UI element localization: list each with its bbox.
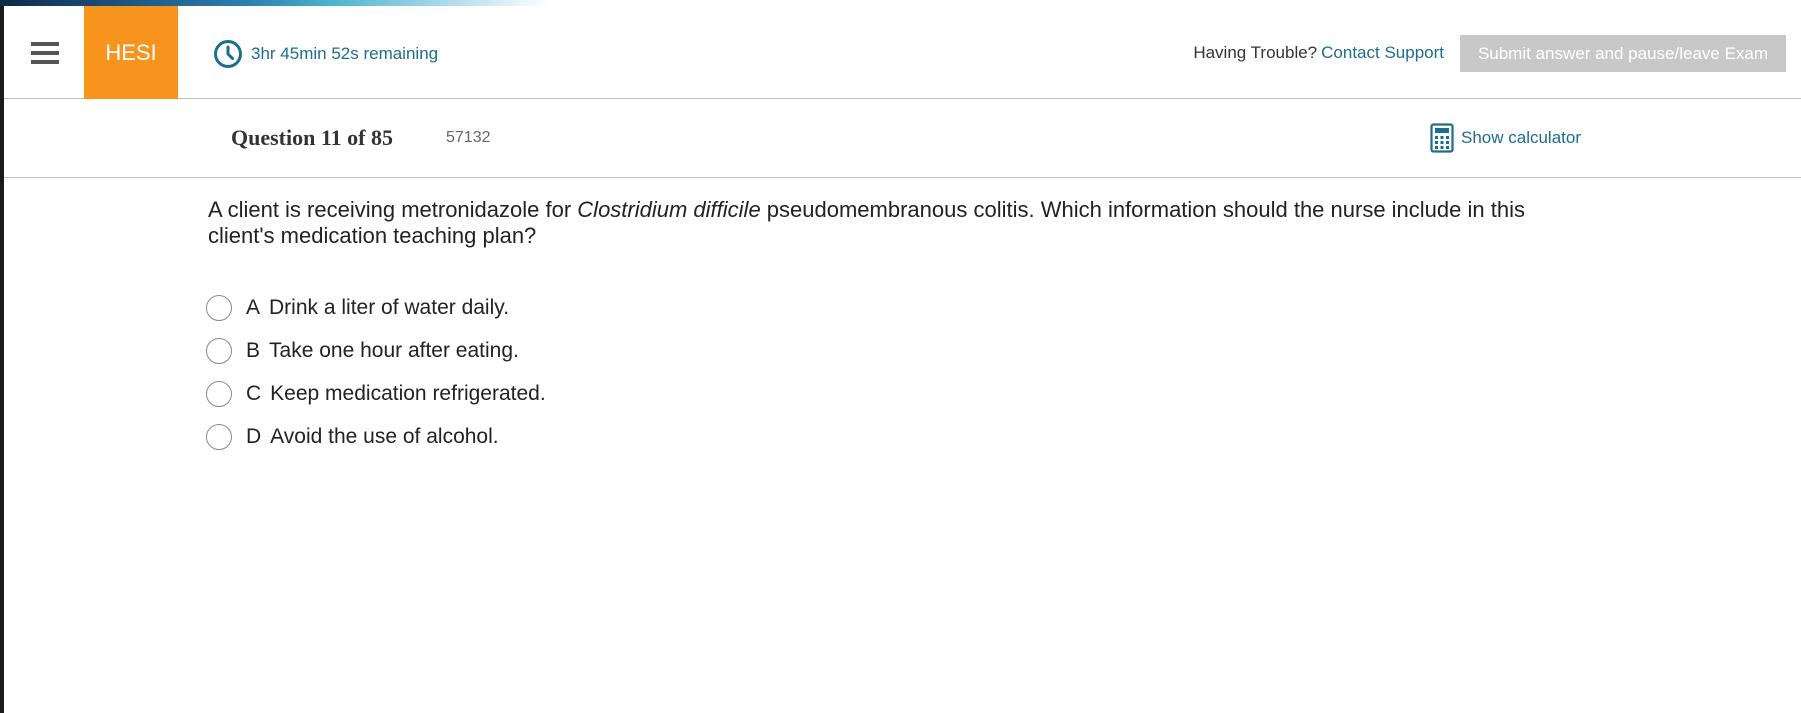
answer-option-d[interactable]: D Avoid the use of alcohol. bbox=[206, 423, 546, 451]
calculator-label: Show calculator bbox=[1461, 128, 1582, 147]
hamburger-menu-icon[interactable] bbox=[31, 42, 59, 66]
option-text: Drink a liter of water daily. bbox=[269, 296, 510, 319]
timer-text: 3hr 45min 52s remaining bbox=[251, 44, 439, 63]
question-bar: Question 11 of 85 57132 Show calculator bbox=[4, 99, 1801, 178]
question-text-italic: Clostridium difficile bbox=[577, 197, 761, 222]
radio-button-b[interactable] bbox=[206, 338, 232, 364]
answer-options: A Drink a liter of water daily. B Take o… bbox=[206, 294, 546, 466]
radio-button-a[interactable] bbox=[206, 295, 232, 321]
option-letter: D bbox=[246, 425, 262, 448]
brand-logo: HESI bbox=[84, 6, 178, 99]
radio-button-d[interactable] bbox=[206, 424, 232, 450]
header-bar: HESI 3hr 45min 52s remaining Having Trou… bbox=[4, 6, 1801, 99]
option-letter: B bbox=[246, 339, 261, 362]
option-text: Avoid the use of alcohol. bbox=[270, 425, 499, 448]
option-text: Keep medication refrigerated. bbox=[270, 382, 546, 405]
option-text: Take one hour after eating. bbox=[269, 339, 519, 362]
question-id: 57132 bbox=[446, 129, 491, 146]
clock-icon bbox=[214, 40, 242, 68]
help-area: Having Trouble? Contact Support bbox=[1193, 43, 1444, 63]
question-text-before: A client is receiving metronidazole for bbox=[208, 197, 578, 222]
answer-option-c[interactable]: C Keep medication refrigerated. bbox=[206, 380, 546, 408]
answer-option-b[interactable]: B Take one hour after eating. bbox=[206, 337, 546, 365]
submit-pause-leave-button[interactable]: Submit answer and pause/leave Exam bbox=[1460, 35, 1786, 72]
question-number: Question 11 of 85 bbox=[231, 125, 393, 150]
answer-option-a[interactable]: A Drink a liter of water daily. bbox=[206, 294, 546, 322]
trouble-label: Having Trouble? bbox=[1193, 43, 1318, 62]
question-stem: A client is receiving metronidazole for … bbox=[208, 197, 1558, 249]
option-letter: C bbox=[246, 382, 262, 405]
radio-button-c[interactable] bbox=[206, 381, 232, 407]
option-letter: A bbox=[246, 296, 261, 319]
calculator-icon bbox=[1430, 123, 1454, 153]
contact-support-link[interactable]: Contact Support bbox=[1321, 43, 1444, 62]
timer: 3hr 45min 52s remaining bbox=[213, 39, 438, 69]
show-calculator-button[interactable]: Show calculator bbox=[1430, 123, 1581, 153]
